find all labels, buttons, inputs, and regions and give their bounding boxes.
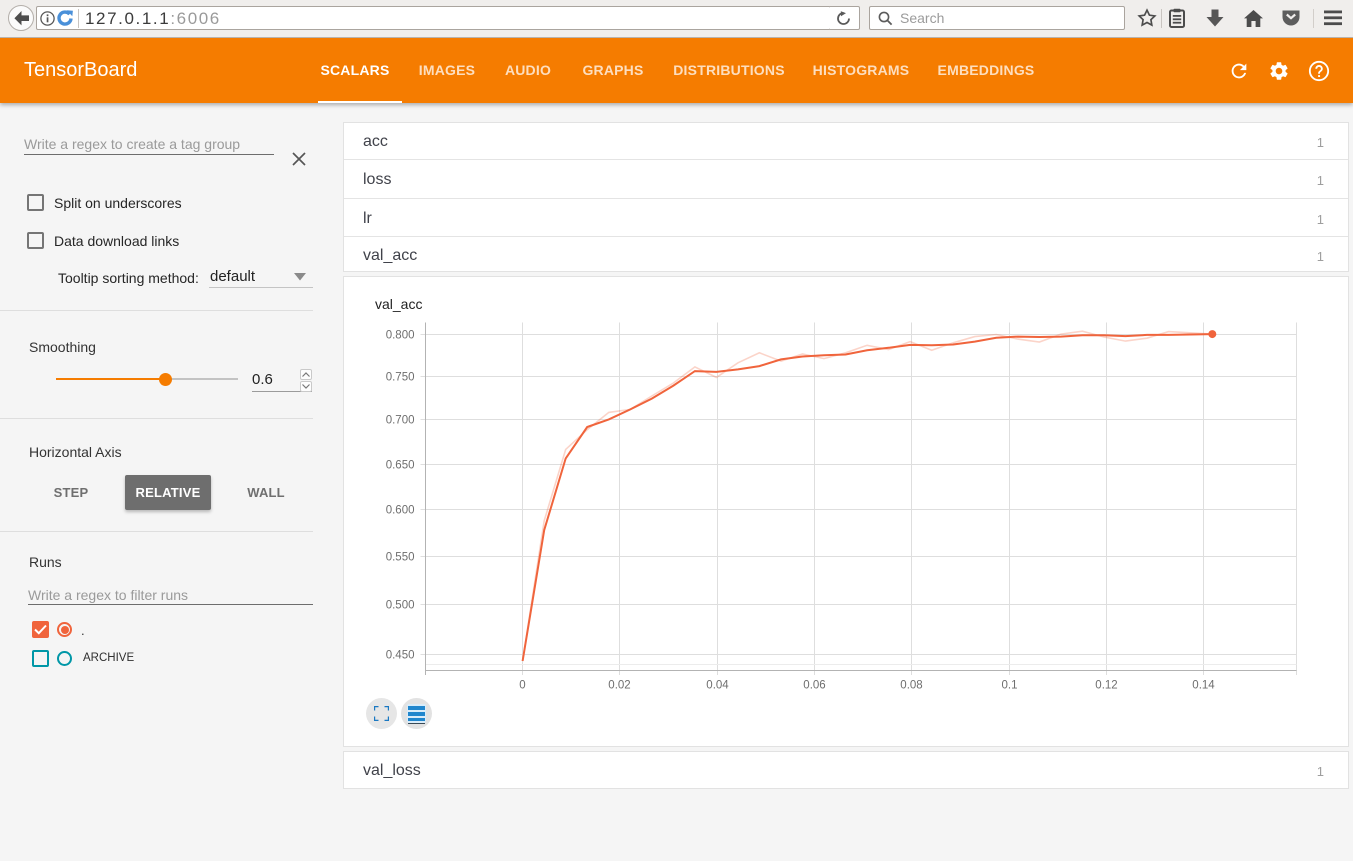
svg-text:0: 0: [519, 680, 525, 692]
svg-text:0.04: 0.04: [706, 680, 729, 692]
svg-text:0.750: 0.750: [386, 372, 415, 384]
svg-text:0.14: 0.14: [1192, 680, 1215, 692]
svg-text:0.450: 0.450: [386, 650, 415, 662]
svg-text:0.02: 0.02: [608, 680, 630, 692]
svg-text:0.06: 0.06: [803, 680, 825, 692]
svg-text:0.600: 0.600: [386, 505, 415, 517]
svg-text:0.12: 0.12: [1095, 680, 1117, 692]
svg-text:0.08: 0.08: [900, 680, 922, 692]
svg-text:0.650: 0.650: [386, 460, 415, 472]
svg-text:0.550: 0.550: [386, 552, 415, 564]
svg-text:0.700: 0.700: [386, 415, 415, 427]
svg-text:0.500: 0.500: [386, 600, 415, 612]
svg-text:0.800: 0.800: [386, 330, 415, 342]
svg-text:0.1: 0.1: [1002, 680, 1018, 692]
